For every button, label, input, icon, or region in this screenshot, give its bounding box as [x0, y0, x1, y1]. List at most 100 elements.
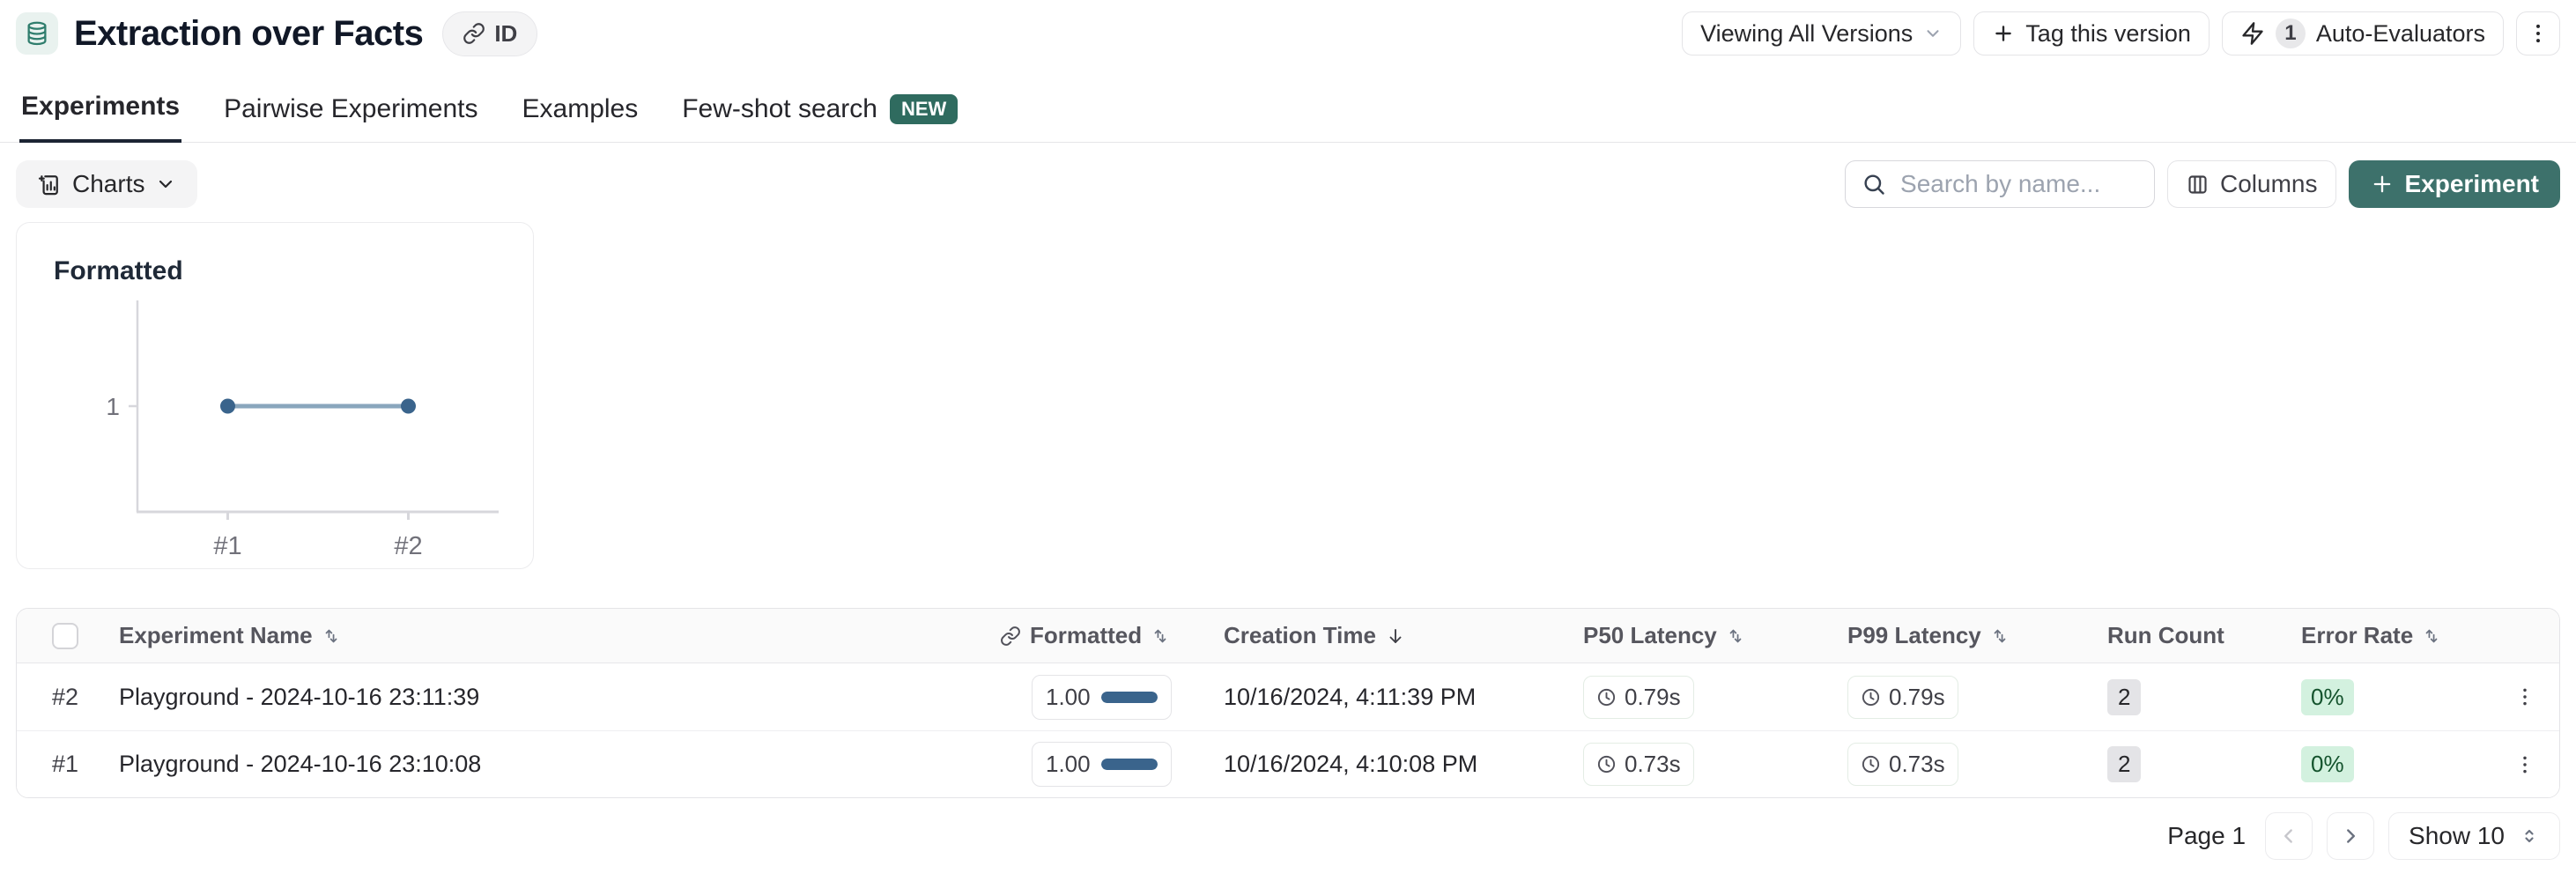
formatted-score-pill[interactable]: 1.00 [1032, 675, 1172, 720]
new-badge: NEW [890, 94, 958, 124]
search-input[interactable] [1899, 169, 2138, 199]
creation-time-cell: 10/16/2024, 4:11:39 PM [1213, 684, 1539, 711]
bar-chart-icon [37, 172, 62, 196]
new-experiment-button[interactable]: Experiment [2349, 160, 2561, 208]
columns-icon [2186, 173, 2210, 196]
sort-icon[interactable] [1990, 626, 2010, 646]
p50-latency-value: 0.79s [1625, 684, 1681, 711]
clock-icon [1596, 754, 1617, 774]
sort-desc-icon[interactable] [1385, 626, 1406, 647]
auto-evaluators-button[interactable]: 1 Auto-Evaluators [2222, 11, 2504, 56]
pagination-bar: Page 1 Show 10 [16, 812, 2560, 860]
score-bar-track [1101, 759, 1158, 770]
tab-fewshot-label: Few-shot search [682, 94, 877, 124]
error-rate-cell: 0% [2270, 679, 2491, 715]
latency-pill: 0.79s [1583, 676, 1694, 719]
up-down-caret-icon [2519, 825, 2540, 847]
header-experiment-name-label: Experiment Name [119, 622, 313, 649]
table-header-row: Experiment Name Formatted Creation Time [17, 609, 2559, 663]
sort-icon[interactable] [322, 626, 341, 646]
header-creation-time[interactable]: Creation Time [1213, 622, 1539, 649]
formatted-chart: 1#1#2 [54, 290, 508, 570]
viewing-versions-dropdown[interactable]: Viewing All Versions [1682, 11, 1961, 56]
header-p50-label: P50 Latency [1583, 622, 1717, 649]
page-indicator: Page 1 [2167, 822, 2246, 850]
score-bar-fill [1101, 759, 1158, 770]
row-actions-cell [2491, 680, 2559, 714]
plus-icon [2370, 172, 2395, 196]
chevron-down-icon [1923, 24, 1943, 43]
header-run-count: Run Count [2068, 622, 2270, 649]
header-p99-latency[interactable]: P99 Latency [1803, 622, 2068, 649]
experiment-name-link[interactable]: Playground - 2024-10-16 23:10:08 [114, 751, 993, 778]
charts-dropdown-button[interactable]: Charts [16, 160, 197, 208]
svg-text:#2: #2 [394, 532, 422, 560]
row-menu-button[interactable] [2508, 748, 2542, 781]
run-count-cell: 2 [2068, 679, 2270, 715]
row-menu-button[interactable] [2508, 680, 2542, 714]
tab-fewshot-search[interactable]: Few-shot search NEW [680, 89, 959, 142]
auto-evaluators-label: Auto-Evaluators [2316, 20, 2485, 48]
header-p50-latency[interactable]: P50 Latency [1539, 622, 1803, 649]
select-all-checkbox[interactable] [52, 623, 78, 649]
row-index-label: #2 [52, 684, 78, 711]
tab-experiments[interactable]: Experiments [19, 86, 181, 143]
table-row[interactable]: #2 Playground - 2024-10-16 23:11:39 1.00… [17, 663, 2559, 730]
sort-icon[interactable] [1151, 626, 1170, 646]
row-index-label: #1 [52, 751, 78, 778]
next-page-button[interactable] [2327, 812, 2374, 860]
header-experiment-name[interactable]: Experiment Name [114, 622, 993, 649]
tab-examples-label: Examples [522, 94, 639, 124]
clock-icon [1596, 687, 1617, 707]
p99-latency-value: 0.79s [1889, 684, 1945, 711]
row-index-cell: #1 [17, 751, 114, 778]
title-bar: Extraction over Facts ID Viewing All Ver… [16, 11, 2560, 56]
p50-latency-value: 0.73s [1625, 751, 1681, 778]
page-size-select[interactable]: Show 10 [2388, 812, 2560, 860]
tag-version-label: Tag this version [2025, 20, 2191, 48]
header-formatted-label: Formatted [1030, 622, 1142, 649]
title-actions: Viewing All Versions Tag this version 1 … [1682, 11, 2560, 56]
tab-examples[interactable]: Examples [521, 89, 640, 142]
experiment-name-link[interactable]: Playground - 2024-10-16 23:11:39 [114, 684, 993, 711]
tab-bar: Experiments Pairwise Experiments Example… [0, 86, 2576, 143]
sort-icon[interactable] [1726, 626, 1745, 646]
header-creation-time-label: Creation Time [1224, 622, 1376, 649]
table-row[interactable]: #1 Playground - 2024-10-16 23:10:08 1.00… [17, 730, 2559, 797]
p99-latency-cell: 0.79s [1803, 676, 2068, 719]
score-bar-fill [1101, 692, 1158, 703]
search-box [1845, 160, 2155, 208]
formatted-score-cell: 1.00 [993, 742, 1213, 787]
page-size-label: Show 10 [2409, 822, 2505, 850]
error-rate-cell: 0% [2270, 746, 2491, 782]
tab-pairwise-experiments[interactable]: Pairwise Experiments [222, 89, 479, 142]
sort-icon[interactable] [2422, 626, 2441, 646]
formatted-score-value: 1.00 [1046, 684, 1091, 711]
chevron-down-icon [155, 174, 176, 195]
page-title: Extraction over Facts [74, 14, 423, 54]
previous-page-button[interactable] [2265, 812, 2313, 860]
header-formatted[interactable]: Formatted [993, 622, 1213, 649]
clock-icon [1861, 687, 1881, 707]
error-rate-badge: 0% [2301, 746, 2354, 782]
more-options-button[interactable] [2516, 11, 2560, 56]
formatted-score-value: 1.00 [1046, 751, 1091, 778]
tag-version-button[interactable]: Tag this version [1973, 11, 2210, 56]
charts-label: Charts [72, 170, 144, 198]
dataset-page: Extraction over Facts ID Viewing All Ver… [0, 11, 2576, 860]
tab-pairwise-label: Pairwise Experiments [224, 94, 477, 124]
auto-evaluators-count: 1 [2276, 19, 2306, 48]
creation-time-cell: 10/16/2024, 4:10:08 PM [1213, 751, 1539, 778]
kebab-icon [2526, 21, 2550, 46]
header-error-rate-label: Error Rate [2301, 622, 2413, 649]
formatted-score-pill[interactable]: 1.00 [1032, 742, 1172, 787]
copy-id-button[interactable]: ID [442, 11, 537, 56]
clock-icon [1861, 754, 1881, 774]
columns-label: Columns [2220, 170, 2317, 198]
header-run-count-label: Run Count [2107, 622, 2224, 649]
columns-button[interactable]: Columns [2167, 160, 2335, 208]
new-experiment-label: Experiment [2405, 170, 2540, 198]
header-error-rate[interactable]: Error Rate [2270, 622, 2491, 649]
latency-pill: 0.73s [1583, 743, 1694, 786]
id-label: ID [494, 20, 517, 48]
